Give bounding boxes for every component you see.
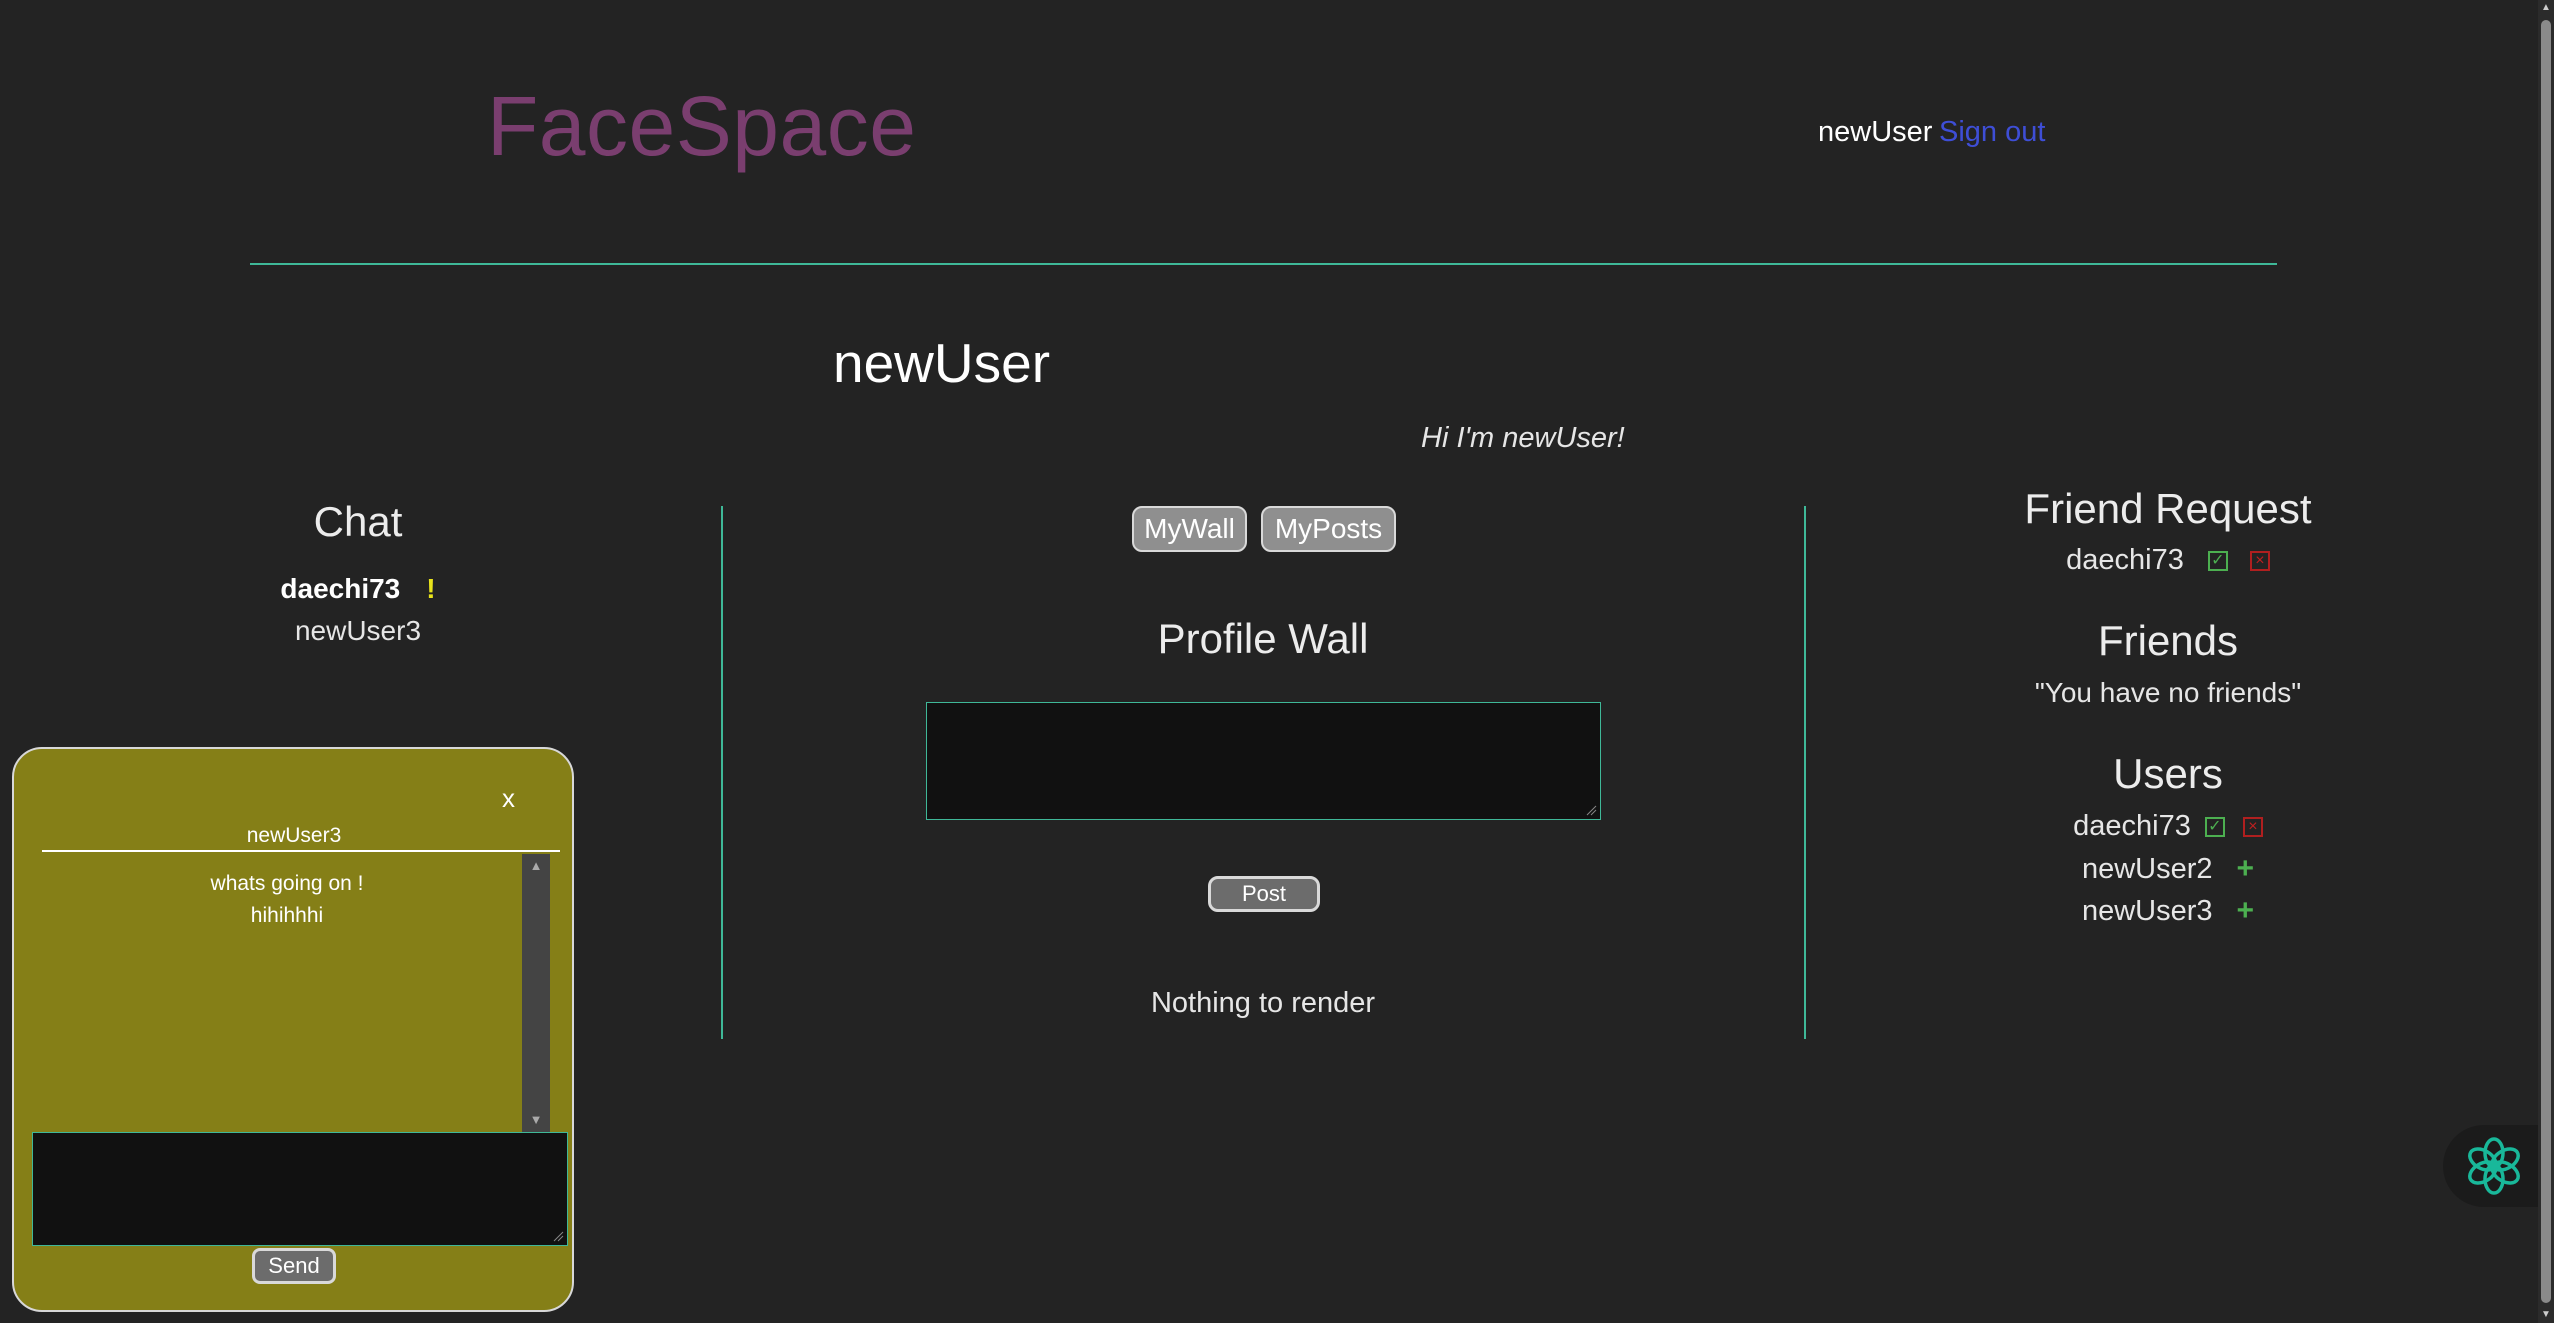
chat-window: x newUser3 whats going on ! hihihhhi ▲ ▼… xyxy=(12,747,574,1312)
user-name: newUser2 xyxy=(2081,852,2213,885)
header-divider xyxy=(250,263,2277,265)
resize-grip-icon[interactable] xyxy=(1585,804,1597,816)
chat-contact-name: daechi73 xyxy=(280,573,401,604)
assistant-flower-icon xyxy=(2468,1137,2520,1195)
chat-header-divider xyxy=(42,850,560,852)
chat-contact-newUser3[interactable]: newUser3 xyxy=(230,617,486,645)
user-row-daechi73: daechi73 ✓ × xyxy=(1968,812,2368,841)
user-row-newUser2: newUser2 + xyxy=(1968,854,2368,884)
chat-message: hihihhhi xyxy=(250,904,324,927)
left-column-divider xyxy=(721,506,723,1039)
resize-grip-icon[interactable] xyxy=(552,1230,564,1242)
chat-contact-daechi73[interactable]: daechi73! xyxy=(230,575,486,603)
scroll-up-icon[interactable]: ▲ xyxy=(522,854,550,878)
user-row-newUser3: newUser3 + xyxy=(1968,896,2368,926)
chat-section-title: Chat xyxy=(313,498,403,545)
chat-message: whats going on ! xyxy=(210,872,364,895)
accept-check-icon[interactable]: ✓ xyxy=(2207,550,2228,571)
profile-name: newUser xyxy=(833,332,1051,394)
friend-request-title: Friend Request xyxy=(2024,485,2312,532)
user-name: daechi73 xyxy=(2073,810,2191,842)
add-friend-icon[interactable]: + xyxy=(2237,896,2255,926)
chat-contact-name: newUser3 xyxy=(294,615,422,646)
post-button[interactable]: Post xyxy=(1208,876,1320,912)
add-friend-icon[interactable]: + xyxy=(2237,854,2255,884)
reject-x-icon[interactable]: × xyxy=(2242,816,2263,837)
user-name: newUser3 xyxy=(2081,894,2213,927)
wall-title: Profile Wall xyxy=(1157,615,1369,662)
page-scroll-down-icon[interactable]: ▼ xyxy=(2538,1307,2554,1323)
page-scroll-up-icon[interactable]: ▲ xyxy=(2538,0,2554,16)
sign-out-link[interactable]: Sign out xyxy=(1939,118,2045,147)
tab-mywall[interactable]: MyWall xyxy=(1132,506,1247,552)
wall-post-input[interactable] xyxy=(926,702,1601,820)
chat-scrollbar[interactable] xyxy=(522,854,550,1132)
users-title: Users xyxy=(2113,750,2223,797)
brand-logo[interactable]: FaceSpace xyxy=(487,84,916,168)
close-chat-button[interactable]: x xyxy=(502,785,515,811)
reject-x-icon[interactable]: × xyxy=(2249,550,2270,571)
friend-request-name: daechi73 xyxy=(2066,544,2184,576)
friends-title: Friends xyxy=(2097,617,2239,664)
scroll-down-icon[interactable]: ▼ xyxy=(522,1108,550,1132)
page-scrollbar-thumb[interactable] xyxy=(2541,20,2551,1303)
accept-check-icon[interactable]: ✓ xyxy=(2204,816,2225,837)
current-user-name: newUser xyxy=(1818,116,1933,148)
profile-bio: Hi I'm newUser! xyxy=(1421,422,1625,454)
send-button[interactable]: Send xyxy=(252,1248,336,1284)
friends-empty-text: "You have no friends" xyxy=(2034,677,2302,708)
tab-myposts[interactable]: MyPosts xyxy=(1261,506,1396,552)
chat-recipient-name: newUser3 xyxy=(246,824,342,847)
right-column-divider xyxy=(1804,506,1806,1039)
unread-alert-icon: ! xyxy=(426,573,436,604)
chat-message-log: whats going on ! hihihhhi xyxy=(42,854,532,1132)
friend-request-item: daechi73 ✓ × xyxy=(1968,546,2368,575)
wall-empty-text: Nothing to render xyxy=(1150,987,1376,1019)
chat-message-input[interactable] xyxy=(32,1132,568,1246)
